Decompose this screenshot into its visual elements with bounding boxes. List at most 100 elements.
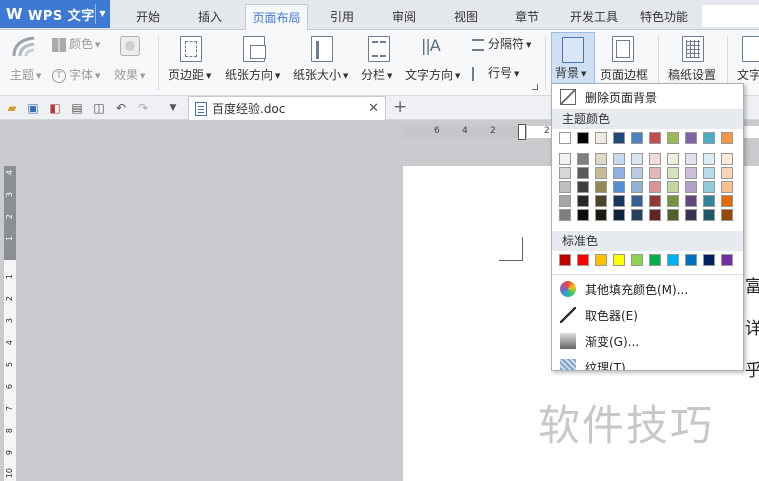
standard-color-swatch[interactable] <box>649 254 661 266</box>
theme-shade-swatch[interactable] <box>559 195 571 207</box>
undo-icon[interactable]: ↶ <box>114 101 128 115</box>
theme-shade-swatch[interactable] <box>613 167 625 179</box>
theme-shade-swatch[interactable] <box>649 209 661 221</box>
standard-color-swatch[interactable] <box>685 254 697 266</box>
theme-shade-swatch[interactable] <box>631 153 643 165</box>
save-icon[interactable]: ▣ <box>26 101 40 115</box>
theme-color-swatch[interactable] <box>559 132 571 144</box>
theme-color-swatch[interactable] <box>577 132 589 144</box>
theme-shade-swatch[interactable] <box>721 167 733 179</box>
theme-shade-swatch[interactable] <box>721 181 733 193</box>
theme-shade-swatch[interactable] <box>631 181 643 193</box>
more-fill-colors-item[interactable]: 其他填充颜色(M)... <box>552 277 743 301</box>
vertical-ruler[interactable]: 4 3 2 1 1 2 3 4 5 6 7 8 9 10 <box>4 166 16 481</box>
export-pdf-icon[interactable]: ◧ <box>48 101 62 115</box>
theme-color-swatch[interactable] <box>613 132 625 144</box>
theme-shade-swatch[interactable] <box>721 153 733 165</box>
texture-item[interactable]: 纹理(T) <box>552 355 743 370</box>
theme-shade-swatch[interactable] <box>613 153 625 165</box>
theme-shade-swatch[interactable] <box>613 209 625 221</box>
theme-font-button[interactable]: T 字体 ▼ <box>52 66 100 83</box>
tab-special[interactable]: 特色功能 <box>632 4 696 30</box>
print-icon[interactable]: ▤ <box>70 101 84 115</box>
standard-color-swatch[interactable] <box>559 254 571 266</box>
theme-shade-swatch[interactable] <box>631 167 643 179</box>
theme-shade-swatch[interactable] <box>613 181 625 193</box>
theme-shade-swatch[interactable] <box>559 209 571 221</box>
chevron-down-icon[interactable]: ▼ <box>99 9 106 18</box>
theme-shade-swatch[interactable] <box>685 181 697 193</box>
theme-shade-swatch[interactable] <box>631 209 643 221</box>
theme-shade-swatch[interactable] <box>577 167 589 179</box>
standard-color-swatch[interactable] <box>613 254 625 266</box>
theme-shade-swatch[interactable] <box>667 195 679 207</box>
theme-shade-swatch[interactable] <box>721 195 733 207</box>
standard-color-swatch[interactable] <box>721 254 733 266</box>
tab-home[interactable]: 开始 <box>126 4 170 30</box>
effect-button[interactable]: 效果 ▼ <box>114 66 145 83</box>
theme-shade-swatch[interactable] <box>649 195 661 207</box>
print-preview-icon[interactable]: ◫ <box>92 101 106 115</box>
theme-button[interactable]: 主题 ▼ <box>10 66 41 83</box>
separator-button[interactable]: 分隔符 ▼ <box>472 35 531 52</box>
theme-color-swatch[interactable] <box>703 132 715 144</box>
gradient-item[interactable]: 渐变(G)... <box>552 329 743 353</box>
theme-shade-swatch[interactable] <box>631 195 643 207</box>
paper-settings-button[interactable]: 稿纸设置 <box>668 66 716 83</box>
theme-shade-swatch[interactable] <box>685 195 697 207</box>
eyedropper-item[interactable]: 取色器(E) <box>552 303 743 327</box>
theme-shade-swatch[interactable] <box>703 209 715 221</box>
theme-shade-swatch[interactable] <box>667 181 679 193</box>
theme-shade-swatch[interactable] <box>595 153 607 165</box>
theme-shade-swatch[interactable] <box>595 181 607 193</box>
theme-color-swatch[interactable] <box>649 132 661 144</box>
document-tab[interactable]: 百度经验.doc ✕ <box>188 96 386 120</box>
line-number-button[interactable]: 行号 ▼ <box>472 64 519 81</box>
theme-color-swatch[interactable] <box>595 132 607 144</box>
open-folder-icon[interactable]: ▰ <box>5 101 19 115</box>
columns-button[interactable]: 分栏 ▼ <box>361 66 392 83</box>
theme-shade-swatch[interactable] <box>685 153 697 165</box>
theme-shade-swatch[interactable] <box>721 209 733 221</box>
theme-shade-swatch[interactable] <box>667 209 679 221</box>
tab-references[interactable]: 引用 <box>320 4 364 30</box>
standard-color-swatch[interactable] <box>667 254 679 266</box>
theme-shade-swatch[interactable] <box>685 167 697 179</box>
tab-insert[interactable]: 插入 <box>188 4 232 30</box>
theme-shade-swatch[interactable] <box>559 167 571 179</box>
standard-color-swatch[interactable] <box>631 254 643 266</box>
theme-color-swatch[interactable] <box>631 132 643 144</box>
new-tab-icon[interactable]: + <box>393 97 407 117</box>
theme-shade-swatch[interactable] <box>703 167 715 179</box>
theme-shade-swatch[interactable] <box>595 167 607 179</box>
theme-shade-swatch[interactable] <box>649 181 661 193</box>
theme-shade-swatch[interactable] <box>649 153 661 165</box>
text-direction-button[interactable]: 文字方向 ▼ <box>405 66 460 83</box>
theme-shade-swatch[interactable] <box>577 209 589 221</box>
theme-shade-swatch[interactable] <box>703 153 715 165</box>
customize-toolbar-icon[interactable]: ▼ <box>166 101 180 115</box>
theme-color-swatch[interactable] <box>667 132 679 144</box>
standard-color-swatch[interactable] <box>703 254 715 266</box>
tab-developer[interactable]: 开发工具 <box>562 4 626 30</box>
paper-size-button[interactable]: 纸张大小 ▼ <box>293 66 348 83</box>
standard-color-swatch[interactable] <box>577 254 589 266</box>
delete-page-background-item[interactable]: 删除页面背景 <box>552 85 743 109</box>
close-icon[interactable]: ✕ <box>368 101 379 116</box>
margins-button[interactable]: 页边距 ▼ <box>168 66 211 83</box>
page-border-button[interactable]: 页面边框 <box>600 66 648 83</box>
theme-shade-swatch[interactable] <box>703 195 715 207</box>
standard-color-swatch[interactable] <box>595 254 607 266</box>
theme-shade-swatch[interactable] <box>577 153 589 165</box>
wps-app-menu-button[interactable]: W WPS 文字 ▼ <box>0 0 110 28</box>
orientation-button[interactable]: 纸张方向 ▼ <box>225 66 280 83</box>
tab-review[interactable]: 审阅 <box>382 4 426 30</box>
tab-page-layout[interactable]: 页面布局 <box>245 4 308 31</box>
theme-color-swatch[interactable] <box>721 132 733 144</box>
theme-shade-swatch[interactable] <box>595 195 607 207</box>
theme-shade-swatch[interactable] <box>577 181 589 193</box>
theme-shade-swatch[interactable] <box>613 195 625 207</box>
theme-shade-swatch[interactable] <box>559 153 571 165</box>
tab-chapter[interactable]: 章节 <box>505 4 549 30</box>
text-tool-button[interactable]: 文字 <box>737 66 759 83</box>
